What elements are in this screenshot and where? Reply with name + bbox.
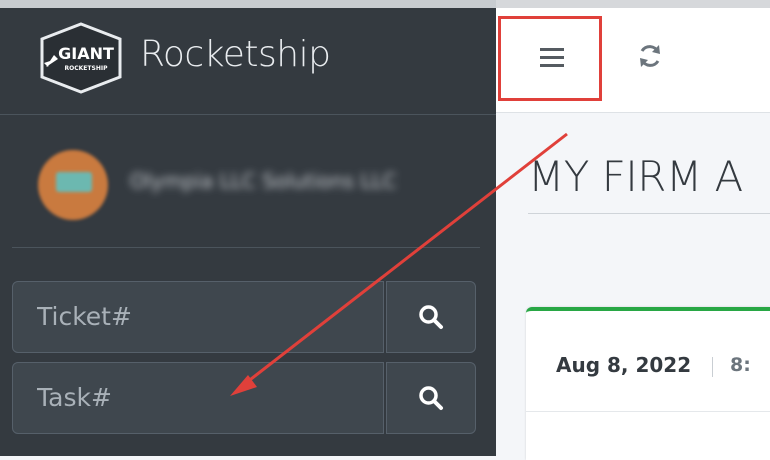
card-header: Aug 8, 2022 8: bbox=[526, 311, 770, 412]
card-date: Aug 8, 2022 bbox=[556, 353, 692, 377]
user-panel[interactable]: Olympia LLC Solutions LLC bbox=[12, 115, 480, 248]
refresh-icon bbox=[640, 45, 660, 67]
task-search-group bbox=[12, 362, 476, 436]
refresh-button[interactable] bbox=[630, 36, 670, 76]
page-title: MY FIRM A bbox=[528, 152, 743, 201]
main-content: MY FIRM A Aug 8, 2022 8: bbox=[496, 0, 770, 460]
ticket-search-input[interactable] bbox=[12, 281, 384, 353]
giant-rocketship-logo: GIANT ROCKETSHIP bbox=[40, 22, 122, 94]
brand-name: Rocketship bbox=[140, 34, 331, 75]
card-time: 8: bbox=[730, 354, 751, 376]
sidebar-top-edge bbox=[0, 0, 496, 8]
card-separator bbox=[712, 357, 713, 377]
ticket-search-group bbox=[12, 281, 476, 355]
activity-card: Aug 8, 2022 8: bbox=[526, 307, 770, 460]
brand-link[interactable]: GIANT ROCKETSHIP Rocketship bbox=[0, 8, 496, 115]
menu-button-highlight bbox=[498, 16, 602, 101]
task-search-button[interactable] bbox=[386, 362, 476, 434]
search-icon bbox=[419, 305, 443, 329]
top-navbar bbox=[496, 0, 770, 113]
logo-text: GIANT bbox=[58, 44, 114, 63]
user-name[interactable]: Olympia LLC Solutions LLC bbox=[130, 169, 480, 195]
user-avatar bbox=[38, 150, 108, 220]
sidebar: GIANT ROCKETSHIP Rocketship Olympia LLC … bbox=[0, 0, 496, 456]
title-divider bbox=[528, 213, 770, 214]
search-icon bbox=[419, 386, 443, 410]
logo-subtext: ROCKETSHIP bbox=[65, 65, 109, 72]
task-search-input[interactable] bbox=[12, 362, 384, 434]
ticket-search-button[interactable] bbox=[386, 281, 476, 353]
navbar-top-edge bbox=[496, 0, 770, 8]
